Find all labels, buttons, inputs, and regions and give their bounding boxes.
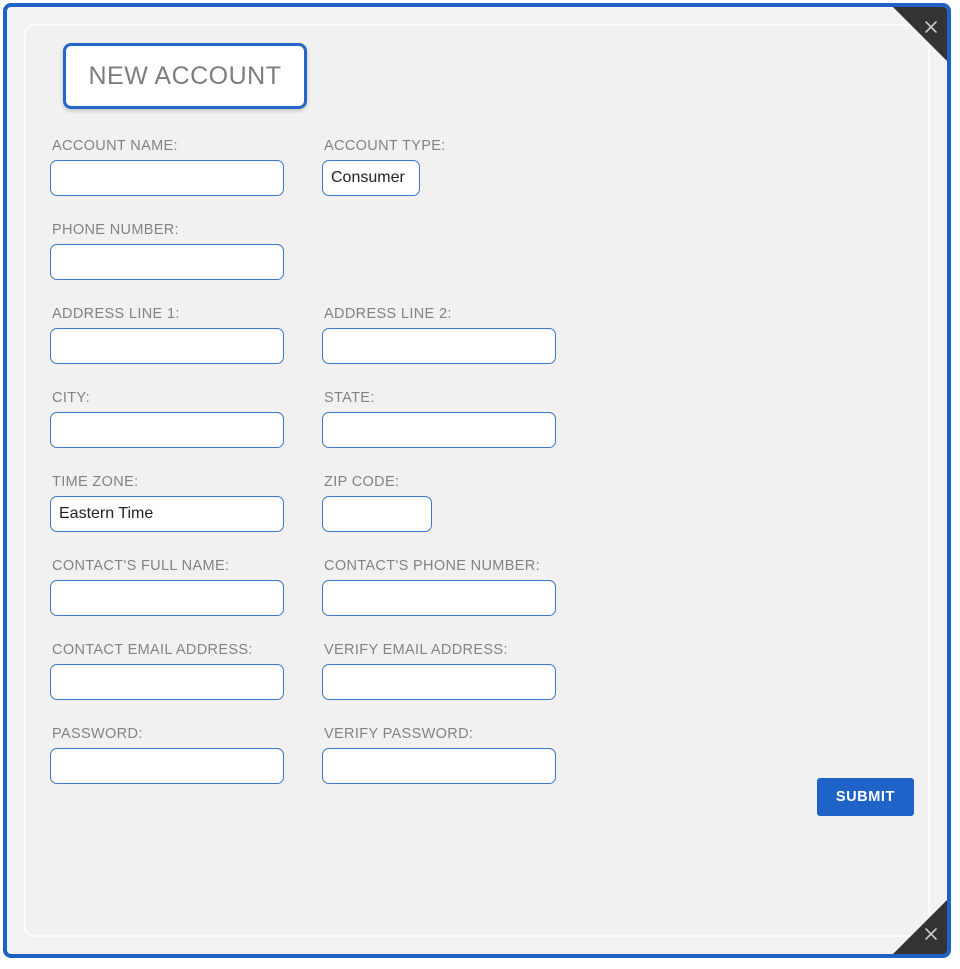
field-group-password: PASSWORD: <box>50 726 322 784</box>
field-group-address-line-1: ADDRESS LINE 1: <box>50 306 322 364</box>
input-phone-number[interactable] <box>50 244 284 280</box>
input-password[interactable] <box>50 748 284 784</box>
input-city[interactable] <box>50 412 284 448</box>
field-group-state: STATE: <box>322 390 594 448</box>
row-spacer <box>50 364 906 390</box>
row-spacer <box>50 448 906 474</box>
row-spacer <box>50 616 906 642</box>
input-zip-code[interactable] <box>322 496 432 532</box>
field-group-verify-email-address: VERIFY EMAIL ADDRESS: <box>322 642 594 700</box>
input-verify-email-address[interactable] <box>322 664 556 700</box>
form-panel: NEW ACCOUNT ACCOUNT NAME: ACCOUNT TYPE: … <box>24 24 930 937</box>
row-spacer <box>50 700 906 726</box>
submit-area: SUBMIT <box>816 778 914 816</box>
row-spacer <box>50 280 906 306</box>
field-group-verify-password: VERIFY PASSWORD: <box>322 726 594 784</box>
field-group-contact-email-address: CONTACT EMAIL ADDRESS: <box>50 642 322 700</box>
row-spacer <box>50 196 906 222</box>
form-row: ACCOUNT NAME: ACCOUNT TYPE: Consumer <box>50 138 906 196</box>
label-city: CITY: <box>52 390 91 406</box>
field-group-address-line-2: ADDRESS LINE 2: <box>322 306 594 364</box>
select-account-type[interactable]: Consumer <box>322 160 420 196</box>
label-time-zone: TIME ZONE: <box>52 474 139 490</box>
field-group-empty <box>322 222 594 280</box>
row-spacer <box>50 532 906 558</box>
form-row: CONTACT EMAIL ADDRESS: VERIFY EMAIL ADDR… <box>50 642 906 700</box>
label-account-type: ACCOUNT TYPE: <box>324 138 446 154</box>
label-phone-number: PHONE NUMBER: <box>52 222 180 238</box>
input-state[interactable] <box>322 412 556 448</box>
input-contact-phone-number[interactable] <box>322 580 556 616</box>
label-verify-email-address: VERIFY EMAIL ADDRESS: <box>324 642 508 658</box>
label-contact-phone-number: CONTACT'S PHONE NUMBER: <box>324 558 540 574</box>
field-group-city: CITY: <box>50 390 322 448</box>
close-corner-top-right[interactable] <box>893 7 947 61</box>
new-account-window: NEW ACCOUNT ACCOUNT NAME: ACCOUNT TYPE: … <box>3 3 951 958</box>
form-row: PHONE NUMBER: <box>50 222 906 280</box>
submit-button[interactable]: SUBMIT <box>816 778 914 816</box>
form-row: ADDRESS LINE 1: ADDRESS LINE 2: <box>50 306 906 364</box>
input-verify-password[interactable] <box>322 748 556 784</box>
label-verify-password: VERIFY PASSWORD: <box>324 726 474 742</box>
form-row: TIME ZONE: Eastern Time ZIP CODE: <box>50 474 906 532</box>
select-time-zone[interactable]: Eastern Time <box>50 496 284 532</box>
input-contact-full-name[interactable] <box>50 580 284 616</box>
form-row: PASSWORD: VERIFY PASSWORD: <box>50 726 906 784</box>
field-group-phone-number: PHONE NUMBER: <box>50 222 322 280</box>
label-state: STATE: <box>324 390 375 406</box>
field-group-zip-code: ZIP CODE: <box>322 474 594 532</box>
input-address-line-1[interactable] <box>50 328 284 364</box>
label-address-line-2: ADDRESS LINE 2: <box>324 306 452 322</box>
label-contact-full-name: CONTACT'S FULL NAME: <box>52 558 230 574</box>
field-group-contact-full-name: CONTACT'S FULL NAME: <box>50 558 322 616</box>
input-contact-email-address[interactable] <box>50 664 284 700</box>
label-contact-email-address: CONTACT EMAIL ADDRESS: <box>52 642 253 658</box>
close-corner-bottom-right[interactable] <box>893 900 947 954</box>
field-group-account-type: ACCOUNT TYPE: Consumer <box>322 138 594 196</box>
page-title: NEW ACCOUNT <box>63 43 307 109</box>
form-row: CITY: STATE: <box>50 390 906 448</box>
input-address-line-2[interactable] <box>322 328 556 364</box>
page-title-label: NEW ACCOUNT <box>88 61 282 90</box>
input-account-name[interactable] <box>50 160 284 196</box>
label-password: PASSWORD: <box>52 726 143 742</box>
label-account-name: ACCOUNT NAME: <box>52 138 178 154</box>
field-group-account-name: ACCOUNT NAME: <box>50 138 322 196</box>
form-row: CONTACT'S FULL NAME: CONTACT'S PHONE NUM… <box>50 558 906 616</box>
field-group-time-zone: TIME ZONE: Eastern Time <box>50 474 322 532</box>
field-group-contact-phone-number: CONTACT'S PHONE NUMBER: <box>322 558 594 616</box>
new-account-form: ACCOUNT NAME: ACCOUNT TYPE: Consumer PHO… <box>50 138 906 784</box>
label-address-line-1: ADDRESS LINE 1: <box>52 306 180 322</box>
label-zip-code: ZIP CODE: <box>324 474 400 490</box>
